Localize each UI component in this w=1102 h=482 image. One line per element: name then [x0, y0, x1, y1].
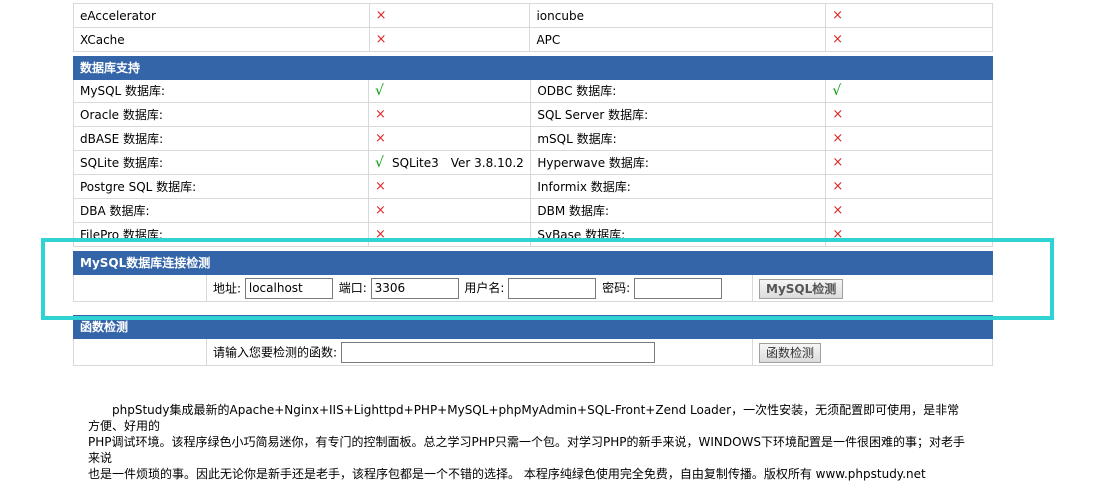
status-cell: ×	[368, 222, 532, 247]
host-label: 地址:	[213, 281, 242, 296]
user-input[interactable]	[508, 277, 597, 299]
status-cell: √ SQLite3 Ver 3.8.10.2	[368, 150, 532, 175]
status-cell: ×	[825, 102, 993, 127]
row-label: Hyperwave 数据库:	[530, 150, 827, 175]
status-cross: ×	[825, 3, 993, 28]
function-check-row: 请输入您要检测的函数: 函数检测	[73, 338, 993, 366]
row-label: ioncube	[529, 3, 827, 28]
section-title: MySQL数据库连接检测	[73, 251, 993, 275]
empty-cell	[73, 274, 207, 302]
table-row: DBA 数据库: × DBM 数据库: ×	[72, 198, 993, 223]
row-label: SyBase 数据库:	[530, 222, 827, 247]
status-cell: ×	[368, 198, 532, 223]
row-label: APC	[529, 27, 827, 52]
function-label: 请输入您要检测的函数:	[213, 345, 338, 360]
row-label: MySQL 数据库:	[72, 79, 370, 103]
row-label: SQLite 数据库:	[72, 150, 370, 175]
host-input[interactable]: localhost	[244, 277, 333, 299]
function-button-cell: 函数检测	[752, 338, 993, 366]
mysql-button-cell: MySQL检测	[752, 274, 993, 302]
empty-cell	[73, 338, 207, 366]
mysql-check-table: MySQL数据库连接检测 地址: localhost 端口: 3306 用户名:…	[73, 251, 993, 302]
database-support-table: 数据库支持 MySQL 数据库: √ ODBC 数据库: √ Oracle 数据库: × S…	[72, 56, 993, 247]
table-row: Oracle 数据库: × SQL Server 数据库: ×	[72, 102, 993, 127]
footer-line: phpStudy集成最新的Apache+Nginx+IIS+Lighttpd+P…	[88, 403, 960, 433]
status-cell: ×	[825, 198, 993, 223]
row-label: FilePro 数据库:	[72, 222, 370, 247]
status-cell: ×	[825, 150, 993, 175]
port-label: 端口:	[338, 281, 367, 296]
table-row: eAccelerator × ioncube ×	[73, 3, 993, 28]
status-cell: ×	[368, 102, 532, 127]
mysql-form-cell: 地址: localhost 端口: 3306 用户名: 密码:	[206, 274, 753, 302]
function-check-table: 函数检测 请输入您要检测的函数: 函数检测	[73, 315, 993, 366]
function-input[interactable]	[340, 341, 655, 363]
status-cell: ×	[825, 174, 993, 199]
status-cross: ×	[368, 3, 531, 28]
footer-text: phpStudy集成最新的Apache+Nginx+IIS+Lighttpd+P…	[88, 402, 968, 482]
mysql-check-row: 地址: localhost 端口: 3306 用户名: 密码: MySQL检测	[73, 274, 993, 302]
section-header: 函数检测	[73, 315, 993, 339]
section-header: 数据库支持	[73, 56, 993, 80]
table-row: dBASE 数据库: × mSQL 数据库: ×	[72, 126, 993, 151]
status-cell: √	[368, 79, 532, 103]
section-title: 函数检测	[73, 315, 993, 339]
status-cell: ×	[368, 126, 532, 151]
function-form-cell: 请输入您要检测的函数:	[206, 338, 753, 366]
row-label: DBM 数据库:	[530, 198, 827, 223]
function-check-button[interactable]: 函数检测	[759, 342, 822, 363]
table-row: FilePro 数据库: × SyBase 数据库: ×	[72, 222, 993, 247]
password-input[interactable]	[633, 277, 722, 299]
footer-line: 也是一件烦琐的事。因此无论你是新手还是老手，该程序包都是一个不错的选择。 本程序…	[88, 467, 926, 481]
version-text: SQLite3 Ver 3.8.10.2	[391, 155, 524, 170]
row-label: SQL Server 数据库:	[530, 102, 827, 127]
table-row: Postgre SQL 数据库: × Informix 数据库: ×	[72, 174, 993, 199]
user-label: 用户名:	[464, 281, 505, 296]
table-row: MySQL 数据库: √ ODBC 数据库: √	[72, 79, 993, 103]
status-cross: ×	[825, 27, 993, 52]
table-row: XCache × APC ×	[73, 27, 993, 52]
mysql-check-button[interactable]: MySQL检测	[759, 278, 844, 299]
row-label: DBA 数据库:	[72, 198, 370, 223]
status-cross: ×	[368, 27, 531, 52]
row-label: Postgre SQL 数据库:	[72, 174, 370, 199]
port-input[interactable]: 3306	[370, 277, 459, 299]
row-label: dBASE 数据库:	[72, 126, 370, 151]
section-header: MySQL数据库连接检测	[73, 251, 993, 275]
status-cell: ×	[825, 126, 993, 151]
row-label: Informix 数据库:	[530, 174, 827, 199]
row-label: XCache	[73, 27, 370, 52]
table-row: SQLite 数据库: √ SQLite3 Ver 3.8.10.2 Hyperwav…	[72, 150, 993, 175]
section-title: 数据库支持	[73, 56, 993, 80]
row-label: eAccelerator	[73, 3, 370, 28]
footer-line: PHP调试环境。该程序绿色小巧简易迷你，有专门的控制面板。总之学习PHP只需一个…	[88, 435, 966, 465]
row-label: ODBC 数据库:	[530, 79, 827, 103]
row-label: mSQL 数据库:	[530, 126, 827, 151]
password-label: 密码:	[602, 281, 631, 296]
status-cell: ×	[368, 174, 532, 199]
accelerator-table: eAccelerator × ioncube × XCache × APC ×	[73, 3, 993, 52]
status-cell: √	[825, 79, 993, 103]
row-label: Oracle 数据库:	[72, 102, 370, 127]
status-cell: ×	[825, 222, 993, 247]
